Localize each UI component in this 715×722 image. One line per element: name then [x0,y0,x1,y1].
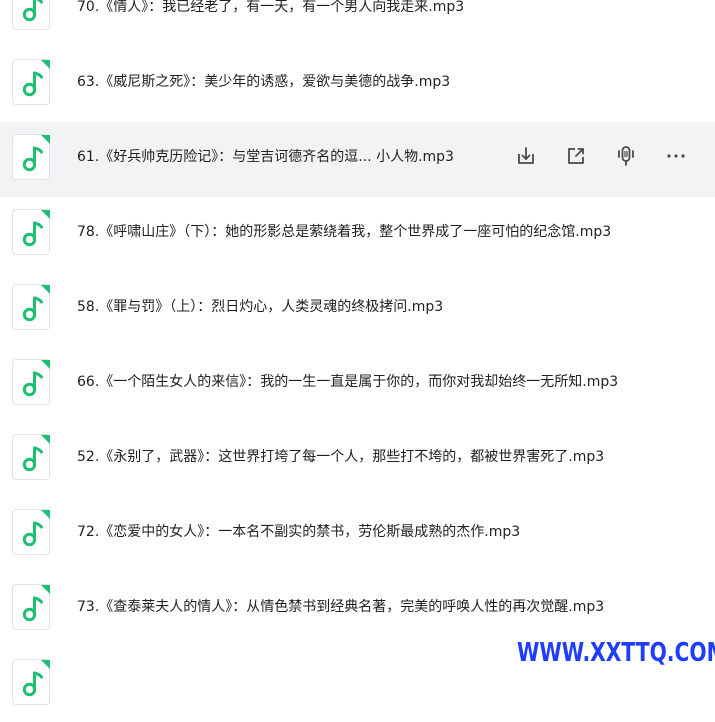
watermark: WWW.XXTTQ.COM [517,638,715,668]
file-row[interactable]: 78.《呼啸山庄》（下）：她的形影总是萦绕着我，整个世界成了一座可怕的纪念馆.m… [0,197,715,272]
file-name[interactable]: 58.《罪与罚》（上）：烈日灼心，人类灵魂的终极拷问.mp3 [77,298,443,316]
transcribe-icon[interactable] [612,142,640,170]
music-file-icon [12,509,50,555]
file-name[interactable]: 66.《一个陌生女人的来信》：我的一生一直是属于你的，而你对我却始终一无所知.m… [77,373,618,391]
file-name[interactable]: 70.《情人》：我已经老了，有一天，有一个男人向我走来.mp3 [77,0,464,16]
more-icon[interactable] [662,142,690,170]
music-file-icon [12,0,50,30]
music-file-icon [12,209,50,255]
file-row[interactable]: 72.《恋爱中的女人》：一本名不副实的禁书，劳伦斯最成熟的杰作.mp3 [0,497,715,572]
file-name[interactable]: 72.《恋爱中的女人》：一本名不副实的禁书，劳伦斯最成熟的杰作.mp3 [77,523,520,541]
download-icon[interactable] [512,142,540,170]
file-row[interactable]: 70.《情人》：我已经老了，有一天，有一个男人向我走来.mp3 [0,0,715,47]
file-name[interactable]: 78.《呼啸山庄》（下）：她的形影总是萦绕着我，整个世界成了一座可怕的纪念馆.m… [77,223,611,241]
music-file-icon [12,134,50,180]
music-file-icon [12,359,50,405]
file-row[interactable]: 58.《罪与罚》（上）：烈日灼心，人类灵魂的终极拷问.mp3 [0,272,715,347]
file-row[interactable]: 66.《一个陌生女人的来信》：我的一生一直是属于你的，而你对我却始终一无所知.m… [0,347,715,422]
music-file-icon [12,659,50,705]
music-file-icon [12,59,50,105]
music-file-icon [12,584,50,630]
share-icon[interactable] [562,142,590,170]
music-file-icon [12,434,50,480]
file-row[interactable]: 52.《永别了，武器》：这世界打垮了每一个人，那些打不垮的，都被世界害死了.mp… [0,422,715,497]
file-name[interactable]: 73.《查泰莱夫人的情人》：从情色禁书到经典名著，完美的呼唤人性的再次觉醒.mp… [77,598,604,616]
file-name[interactable]: 63.《威尼斯之死》：美少年的诱惑，爱欲与美德的战争.mp3 [77,73,450,91]
file-row-hovered[interactable]: 61.《好兵帅克历险记》：与堂吉诃德齐名的逗... 小人物.mp3 [0,122,715,197]
file-name[interactable]: 61.《好兵帅克历险记》：与堂吉诃德齐名的逗... 小人物.mp3 [77,148,454,166]
file-list: 70.《情人》：我已经老了，有一天，有一个男人向我走来.mp3 63.《威尼斯之… [0,0,715,722]
music-file-icon [12,284,50,330]
file-row[interactable]: 63.《威尼斯之死》：美少年的诱惑，爱欲与美德的战争.mp3 [0,47,715,122]
file-name[interactable]: 52.《永别了，武器》：这世界打垮了每一个人，那些打不垮的，都被世界害死了.mp… [77,448,604,466]
